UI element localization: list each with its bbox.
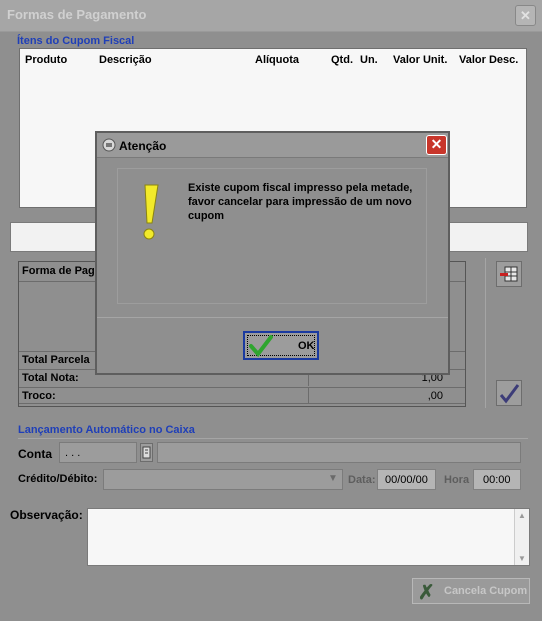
column-header-valor-desc[interactable]: Valor Desc.	[459, 54, 518, 66]
cupom-group-label: Ítens do Cupom Fiscal	[17, 35, 135, 47]
data-label: Data:	[348, 474, 376, 486]
window-title: Formas de Pagamento	[7, 7, 147, 22]
chevron-down-icon: ▼	[328, 473, 338, 484]
observacao-label: Observação:	[10, 508, 83, 522]
conta-description-field	[157, 442, 521, 463]
lancamento-divider	[18, 438, 528, 439]
column-header-descricao[interactable]: Descrição	[99, 54, 152, 66]
insert-row-button[interactable]	[496, 261, 522, 287]
cancel-x-icon: ✗	[418, 582, 435, 604]
data-value: 00/00/00	[385, 474, 428, 486]
hora-value: 00:00	[483, 474, 511, 486]
column-header-un[interactable]: Un.	[360, 54, 378, 66]
window-title-bar: Formas de Pagamento	[0, 0, 542, 32]
column-header-produto[interactable]: Produto	[25, 54, 67, 66]
credito-label: Crédito/Débito:	[18, 473, 98, 485]
scroll-up-icon[interactable]: ▲	[518, 511, 526, 520]
conta-input[interactable]: . . .	[59, 442, 137, 463]
close-icon: ✕	[520, 8, 531, 23]
atencao-dialog: Atenção ✕ Existe cupom fiscal impresso p…	[95, 131, 450, 375]
exclamation-icon	[143, 184, 159, 240]
troco-value: ,00	[308, 388, 446, 404]
dialog-title: Atenção	[119, 139, 167, 153]
data-input[interactable]: 00/00/00	[377, 469, 436, 490]
troco-row: Troco: ,00	[19, 387, 465, 404]
observacao-scrollbar[interactable]: ▲ ▼	[514, 509, 529, 565]
dialog-title-bar: Atenção ✕	[97, 133, 448, 158]
credito-select[interactable]: ▼	[103, 469, 343, 490]
lancamento-group-label: Lançamento Automático no Caixa	[18, 424, 195, 436]
total-nota-label: Total Nota:	[22, 372, 79, 384]
app-icon	[102, 138, 116, 152]
dialog-message: Existe cupom fiscal impresso pela metade…	[188, 182, 413, 222]
ok-label: OK	[298, 340, 315, 352]
column-header-forma[interactable]: Forma de Pag	[22, 265, 95, 277]
hora-input[interactable]: 00:00	[473, 469, 521, 490]
dialog-message-panel: Existe cupom fiscal impresso pela metade…	[117, 168, 427, 304]
scroll-down-icon[interactable]: ▼	[518, 554, 526, 563]
conta-value: . . .	[65, 447, 81, 459]
conta-label: Conta	[18, 447, 52, 461]
checkmark-icon	[499, 384, 520, 404]
cancela-cupom-button[interactable]: ✗ Cancela Cupom	[412, 578, 530, 604]
column-header-valor-unit[interactable]: Valor Unit.	[393, 54, 447, 66]
dialog-close-button[interactable]: ✕	[426, 135, 447, 155]
window-close-button[interactable]: ✕	[515, 5, 536, 26]
table-insert-icon	[500, 266, 518, 282]
conta-lookup-button[interactable]	[140, 443, 153, 462]
green-check-icon	[249, 335, 273, 357]
troco-label: Troco:	[22, 390, 56, 402]
hora-label: Hora	[444, 474, 470, 486]
lookup-icon	[142, 446, 151, 459]
observacao-textarea[interactable]: ▲ ▼	[87, 508, 530, 566]
close-icon: ✕	[430, 136, 443, 152]
cancela-cupom-label: Cancela Cupom	[444, 585, 528, 597]
vertical-divider	[485, 258, 486, 408]
column-header-qtd[interactable]: Qtd.	[331, 54, 353, 66]
total-parcelas-label: Total Parcela	[22, 354, 90, 366]
confirm-check-button[interactable]	[496, 380, 522, 406]
ok-button[interactable]: OK	[243, 331, 319, 360]
column-header-aliquota[interactable]: Alíquota	[255, 54, 299, 66]
dialog-divider	[97, 317, 448, 318]
